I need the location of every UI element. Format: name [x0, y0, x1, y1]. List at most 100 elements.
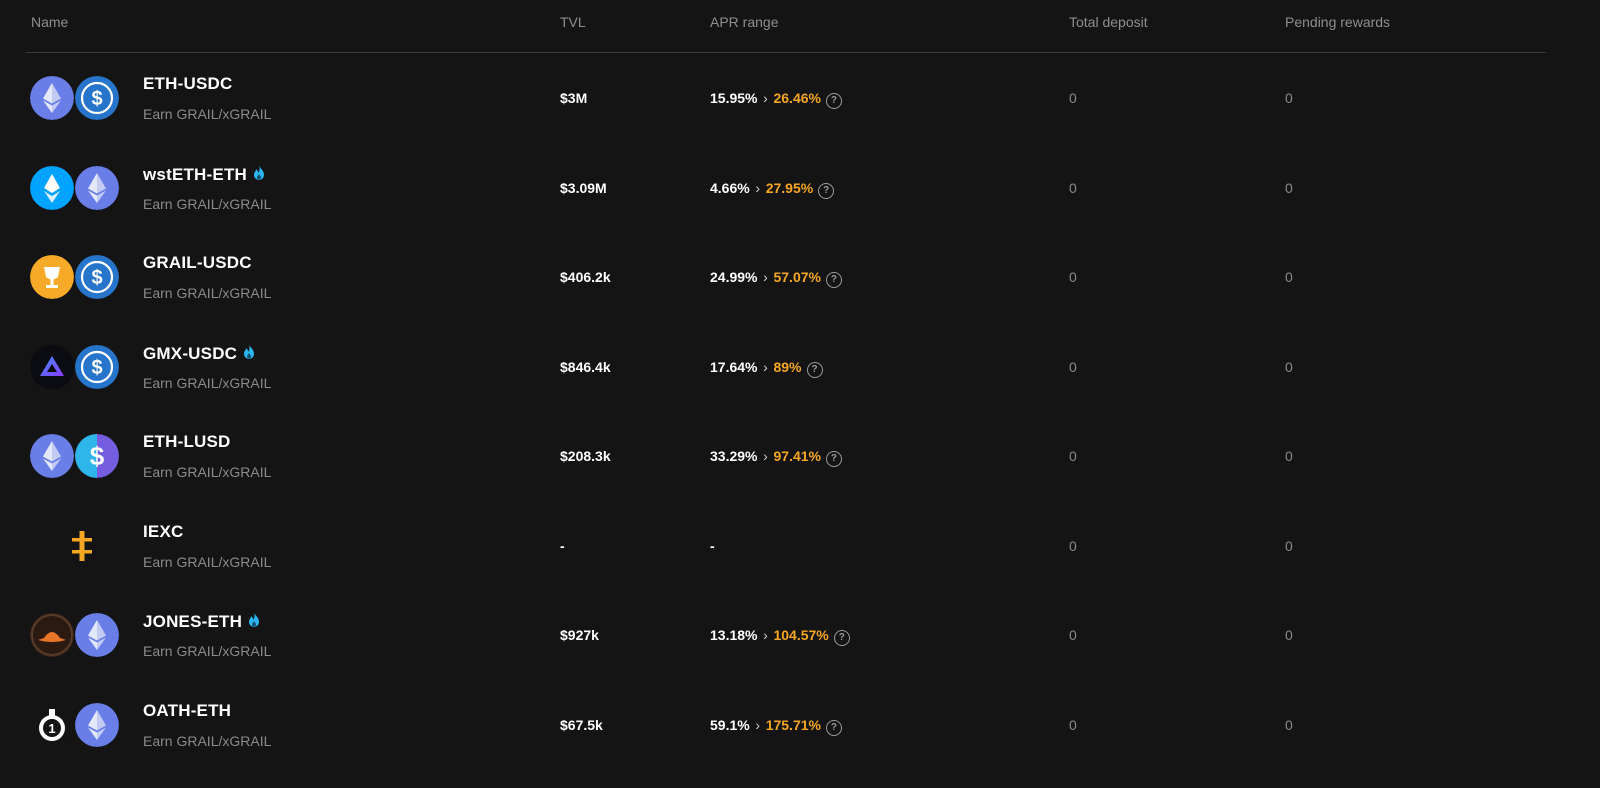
svg-text:$: $: [91, 88, 102, 110]
jones-icon: [30, 613, 74, 657]
apr-range: 4.66% › 27.95%?: [710, 179, 835, 199]
pair-icons: [30, 613, 126, 659]
earn-label: Earn GRAIL/xGRAIL: [143, 553, 272, 570]
total-deposit-value: 0: [1069, 179, 1077, 196]
table-header: Name TVL APR range Total deposit Pending…: [0, 0, 1600, 50]
help-icon[interactable]: ?: [818, 182, 835, 199]
apr-max: 26.46%: [773, 90, 821, 106]
pair-icons: [30, 523, 126, 570]
apr-max: 57.07%: [773, 269, 821, 285]
apr-range: 59.1% › 175.71%?: [710, 717, 842, 736]
apr-max: 104.57%: [773, 627, 829, 643]
table-row[interactable]: $ GRAIL-USDC Earn GRAIL/xGRAIL $406.2k 24.99…: [0, 233, 1600, 322]
apr-min: 24.99%: [710, 269, 758, 285]
apr-min: 13.18%: [710, 627, 758, 643]
help-icon[interactable]: ?: [833, 630, 850, 646]
pool-name-label: ETH-USDC: [143, 74, 233, 93]
tvl-value: $927k: [560, 627, 599, 643]
pool-name-label: IEXC: [143, 521, 184, 541]
earn-label: Earn GRAIL/xGRAIL: [143, 106, 272, 122]
header-deposit[interactable]: Total deposit: [1069, 14, 1148, 30]
eth-icon: [75, 613, 119, 657]
pools-table: Name TVL APR range Total deposit Pending…: [0, 0, 1600, 788]
apr-max: 97.41%: [773, 448, 821, 464]
eth-icon: [30, 76, 74, 120]
pool-name: ETH-USDC: [143, 74, 232, 94]
earn-label: Earn GRAIL/xGRAIL: [143, 195, 272, 212]
apr-max: 27.95%: [765, 179, 814, 196]
header-apr[interactable]: APR range: [710, 14, 778, 30]
earn-label: Earn GRAIL/xGRAIL: [143, 285, 272, 301]
earn-label: Earn GRAIL/xGRAIL: [143, 464, 272, 480]
pending-rewards-value: 0: [1285, 537, 1293, 554]
pair-icons: $: [30, 344, 126, 391]
pool-name-label: JONES-ETH: [143, 612, 243, 631]
pool-name: GMX-USDC: [143, 343, 257, 364]
table-row[interactable]: $ ETH-LUSD Earn GRAIL/xGRAIL $208.3k 33.29% ›…: [0, 412, 1600, 501]
chevron-right-icon: ›: [763, 90, 768, 106]
pending-rewards-value: 0: [1285, 90, 1293, 106]
total-deposit-value: 0: [1069, 537, 1077, 554]
eth-icon: [30, 434, 74, 478]
pool-name: IEXC: [143, 522, 183, 542]
fire-icon: [241, 343, 257, 361]
pending-rewards-value: 0: [1285, 716, 1293, 733]
header-pending[interactable]: Pending rewards: [1285, 14, 1390, 30]
chevron-right-icon: ›: [755, 179, 761, 196]
eth-icon: [75, 165, 119, 210]
total-deposit-value: 0: [1069, 358, 1077, 375]
pool-name: wstETH-ETH: [143, 164, 267, 185]
table-row[interactable]: $ GMX-USDC Earn GRAIL/xGRAIL $846.4k 17.64% ›…: [0, 323, 1600, 412]
iexc-icon: [60, 523, 104, 568]
pair-icons: $: [30, 434, 126, 480]
chevron-right-icon: ›: [763, 448, 768, 464]
usdc-icon: $: [75, 255, 119, 299]
lusd-icon: $: [75, 434, 119, 478]
earn-label: Earn GRAIL/xGRAIL: [143, 374, 272, 391]
header-name[interactable]: Name: [31, 14, 68, 30]
pending-rewards-value: 0: [1285, 448, 1293, 464]
pending-rewards-value: 0: [1285, 358, 1293, 375]
svg-text:$: $: [91, 357, 102, 379]
tvl-value: $846.4k: [560, 358, 611, 375]
total-deposit-value: 0: [1069, 627, 1077, 643]
table-row[interactable]: wstETH-ETH Earn GRAIL/xGRAIL $3.09M 4.66% › 2…: [0, 144, 1600, 233]
help-icon[interactable]: ?: [825, 272, 842, 288]
pool-name: JONES-ETH: [143, 611, 262, 632]
header-tvl[interactable]: TVL: [560, 14, 586, 30]
header-divider: [26, 52, 1546, 53]
table-row[interactable]: $ ETH-USDC Earn GRAIL/xGRAIL $3M 15.95% › 26.4…: [0, 54, 1600, 143]
pool-name-label: ETH-LUSD: [143, 432, 231, 451]
fire-icon: [251, 164, 267, 182]
help-icon[interactable]: ?: [825, 719, 842, 736]
tvl-value: $208.3k: [560, 448, 611, 464]
help-icon[interactable]: ?: [825, 93, 842, 109]
apr-range: 15.95% › 26.46%?: [710, 90, 842, 109]
usdc-icon: $: [75, 76, 119, 120]
help-icon[interactable]: ?: [825, 451, 842, 467]
wsteth-icon: [30, 165, 74, 210]
tvl-value: $67.5k: [560, 716, 603, 733]
chevron-right-icon: ›: [763, 358, 768, 375]
table-row[interactable]: JONES-ETH Earn GRAIL/xGRAIL $927k 13.18% › 10…: [0, 591, 1600, 680]
total-deposit-value: 0: [1069, 90, 1077, 106]
usdc-icon: $: [75, 344, 119, 389]
pool-name: OATH-ETH: [143, 701, 231, 721]
pool-name: ETH-LUSD: [143, 432, 231, 452]
apr-max: 175.71%: [765, 716, 821, 733]
chevron-right-icon: ›: [755, 716, 761, 733]
pool-name-label: GMX-USDC: [143, 343, 238, 363]
pool-name-label: OATH-ETH: [143, 700, 232, 720]
tvl-value: $3.09M: [560, 179, 607, 196]
pending-rewards-value: 0: [1285, 269, 1293, 285]
tvl-value: $406.2k: [560, 269, 611, 285]
grail-icon: [30, 255, 74, 299]
table-row[interactable]: IEXC Earn GRAIL/xGRAIL - - 0 0: [0, 502, 1600, 591]
svg-text:$: $: [91, 267, 102, 289]
apr-min: 15.95%: [710, 90, 758, 106]
apr-range: 33.29% › 97.41%?: [710, 448, 842, 467]
table-row[interactable]: 1 OATH-ETH Earn GRAIL/xGRAIL $67.5k 59.1% › 17…: [0, 681, 1600, 770]
tvl-value: $3M: [560, 90, 588, 106]
pool-name-label: wstETH-ETH: [143, 164, 247, 184]
help-icon[interactable]: ?: [806, 361, 823, 378]
